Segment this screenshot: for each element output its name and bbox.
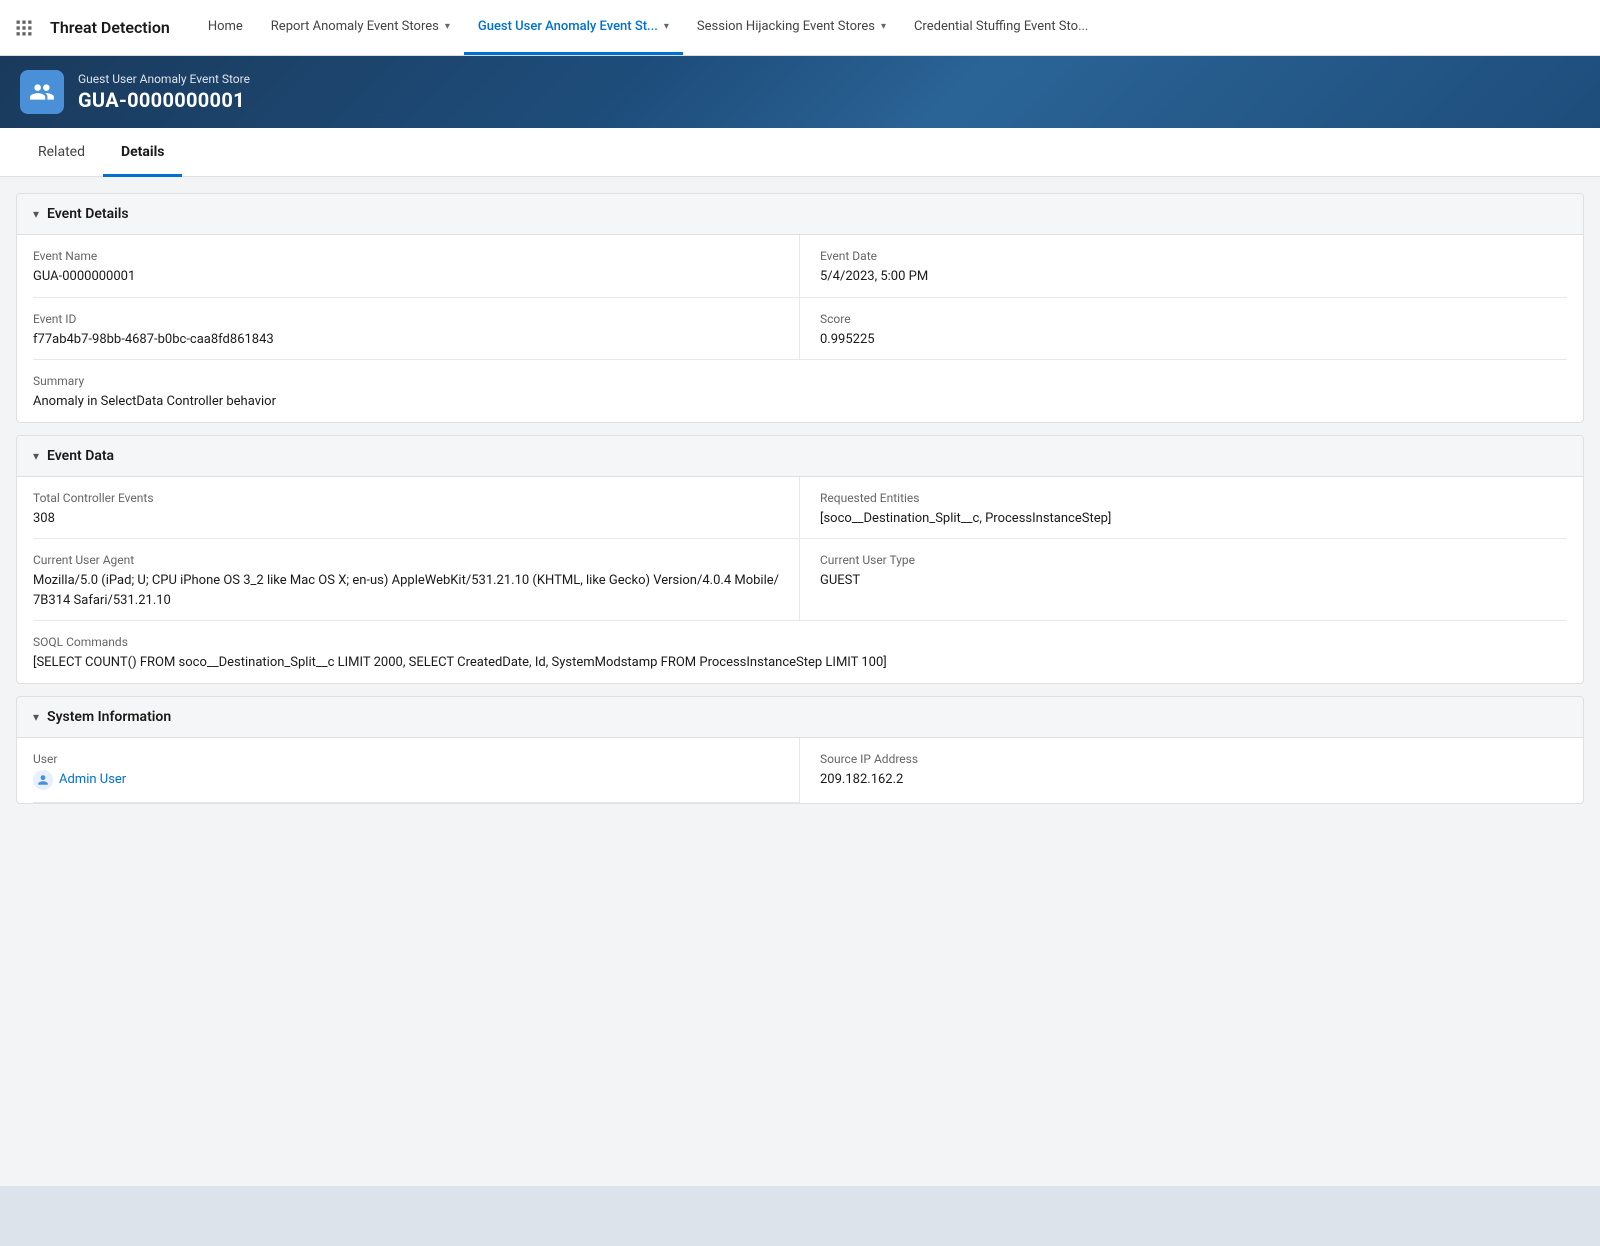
system-information-section: ▾ System Information User bbox=[16, 696, 1584, 805]
event-data-grid: Total Controller Events 308 Requested En… bbox=[33, 477, 1567, 683]
system-information-body: User Admin User bbox=[17, 738, 1583, 804]
summary-label: Summary bbox=[33, 374, 1567, 388]
page-header-icon bbox=[20, 70, 64, 114]
user-value: Admin User bbox=[33, 770, 779, 793]
nav-tabs: Home Report Anomaly Event Stores ▾ Guest… bbox=[194, 0, 1600, 55]
event-id-value: f77ab4b7-98bb-4687-b0bc-caa8fd861843 bbox=[33, 330, 779, 350]
current-user-agent-field: Current User Agent Mozilla/5.0 (iPad; U;… bbox=[33, 539, 800, 621]
page-header-subtitle: Guest User Anomaly Event Store bbox=[78, 72, 250, 86]
page-footer bbox=[0, 1186, 1600, 1246]
score-field: Score 0.995225 bbox=[800, 298, 1567, 361]
system-information-header[interactable]: ▾ System Information bbox=[17, 697, 1583, 738]
event-data-chevron: ▾ bbox=[33, 449, 39, 463]
page-header: Guest User Anomaly Event Store GUA-00000… bbox=[0, 56, 1600, 128]
current-user-agent-label: Current User Agent bbox=[33, 553, 779, 567]
event-data-body: Total Controller Events 308 Requested En… bbox=[17, 477, 1583, 683]
admin-user-name: Admin User bbox=[59, 770, 126, 790]
event-details-grid: Event Name GUA-0000000001 Event Date 5/4… bbox=[33, 235, 1567, 422]
total-controller-events-value: 308 bbox=[33, 509, 779, 529]
admin-user-link[interactable]: Admin User bbox=[33, 770, 126, 790]
nav-tab-credential-stuffing-label: Credential Stuffing Event Sto... bbox=[914, 19, 1088, 34]
nav-tab-home-label: Home bbox=[208, 19, 243, 34]
soql-commands-field: SOQL Commands [SELECT COUNT() FROM soco_… bbox=[33, 621, 1567, 683]
event-id-field: Event ID f77ab4b7-98bb-4687-b0bc-caa8fd8… bbox=[33, 298, 800, 361]
event-details-title: Event Details bbox=[47, 206, 129, 222]
soql-commands-label: SOQL Commands bbox=[33, 635, 1567, 649]
sections-wrapper: ▾ Event Details Event Name GUA-000000000… bbox=[0, 177, 1600, 832]
current-user-type-label: Current User Type bbox=[820, 553, 1567, 567]
total-controller-events-field: Total Controller Events 308 bbox=[33, 477, 800, 540]
user-label: User bbox=[33, 752, 779, 766]
system-information-grid: User Admin User bbox=[33, 738, 1567, 804]
summary-field: Summary Anomaly in SelectData Controller… bbox=[33, 360, 1567, 422]
nav-tab-report-anomaly[interactable]: Report Anomaly Event Stores ▾ bbox=[257, 0, 464, 55]
nav-tab-report-anomaly-chevron: ▾ bbox=[445, 21, 450, 32]
nav-tab-guest-user-label: Guest User Anomaly Event St... bbox=[478, 19, 658, 34]
event-details-body: Event Name GUA-0000000001 Event Date 5/4… bbox=[17, 235, 1583, 422]
grid-icon[interactable] bbox=[8, 12, 40, 44]
user-field: User Admin User bbox=[33, 738, 800, 804]
system-information-title: System Information bbox=[47, 709, 171, 725]
system-information-chevron: ▾ bbox=[33, 710, 39, 724]
admin-user-avatar bbox=[33, 770, 53, 790]
requested-entities-field: Requested Entities [soco__Destination_Sp… bbox=[800, 477, 1567, 540]
score-value: 0.995225 bbox=[820, 330, 1567, 350]
nav-tab-credential-stuffing[interactable]: Credential Stuffing Event Sto... bbox=[900, 0, 1102, 55]
current-user-agent-value: Mozilla/5.0 (iPad; U; CPU iPhone OS 3_2 … bbox=[33, 571, 779, 610]
score-label: Score bbox=[820, 312, 1567, 326]
app-name: Threat Detection bbox=[50, 18, 170, 37]
page-header-text: Guest User Anomaly Event Store GUA-00000… bbox=[78, 72, 250, 112]
main-content: Related Details ▾ Event Details Event Na… bbox=[0, 128, 1600, 1186]
tab-related[interactable]: Related bbox=[20, 128, 103, 177]
source-ip-label: Source IP Address bbox=[820, 752, 1567, 766]
event-date-label: Event Date bbox=[820, 249, 1567, 263]
content-tabs: Related Details bbox=[0, 128, 1600, 177]
requested-entities-label: Requested Entities bbox=[820, 491, 1567, 505]
summary-value: Anomaly in SelectData Controller behavio… bbox=[33, 392, 1567, 412]
current-user-type-value: GUEST bbox=[820, 571, 1567, 591]
nav-tab-session-hijacking-chevron: ▾ bbox=[881, 21, 886, 32]
current-user-type-field: Current User Type GUEST bbox=[800, 539, 1567, 621]
event-data-section: ▾ Event Data Total Controller Events 308… bbox=[16, 435, 1584, 684]
tab-details-label: Details bbox=[121, 144, 165, 160]
event-date-value: 5/4/2023, 5:00 PM bbox=[820, 267, 1567, 287]
event-details-chevron: ▾ bbox=[33, 207, 39, 221]
tab-details[interactable]: Details bbox=[103, 128, 183, 177]
page-header-title: GUA-0000000001 bbox=[78, 88, 250, 112]
event-id-label: Event ID bbox=[33, 312, 779, 326]
event-data-header[interactable]: ▾ Event Data bbox=[17, 436, 1583, 477]
event-name-field: Event Name GUA-0000000001 bbox=[33, 235, 800, 298]
nav-tab-session-hijacking-label: Session Hijacking Event Stores bbox=[697, 19, 875, 34]
nav-tab-report-anomaly-label: Report Anomaly Event Stores bbox=[271, 19, 439, 34]
nav-tab-guest-user-chevron: ▾ bbox=[664, 21, 669, 32]
event-name-label: Event Name bbox=[33, 249, 779, 263]
nav-tab-home[interactable]: Home bbox=[194, 0, 257, 55]
event-data-title: Event Data bbox=[47, 448, 114, 464]
nav-tab-session-hijacking[interactable]: Session Hijacking Event Stores ▾ bbox=[683, 0, 900, 55]
source-ip-field: Source IP Address 209.182.162.2 bbox=[800, 738, 1567, 804]
soql-commands-value: [SELECT COUNT() FROM soco__Destination_S… bbox=[33, 653, 1567, 673]
event-details-header[interactable]: ▾ Event Details bbox=[17, 194, 1583, 235]
nav-tab-guest-user[interactable]: Guest User Anomaly Event St... ▾ bbox=[464, 0, 683, 55]
event-date-field: Event Date 5/4/2023, 5:00 PM bbox=[800, 235, 1567, 298]
event-name-value: GUA-0000000001 bbox=[33, 267, 779, 287]
source-ip-value: 209.182.162.2 bbox=[820, 770, 1567, 790]
top-nav: Threat Detection Home Report Anomaly Eve… bbox=[0, 0, 1600, 56]
tab-related-label: Related bbox=[38, 144, 85, 160]
requested-entities-value: [soco__Destination_Split__c, ProcessInst… bbox=[820, 509, 1567, 529]
total-controller-events-label: Total Controller Events bbox=[33, 491, 779, 505]
event-details-section: ▾ Event Details Event Name GUA-000000000… bbox=[16, 193, 1584, 423]
